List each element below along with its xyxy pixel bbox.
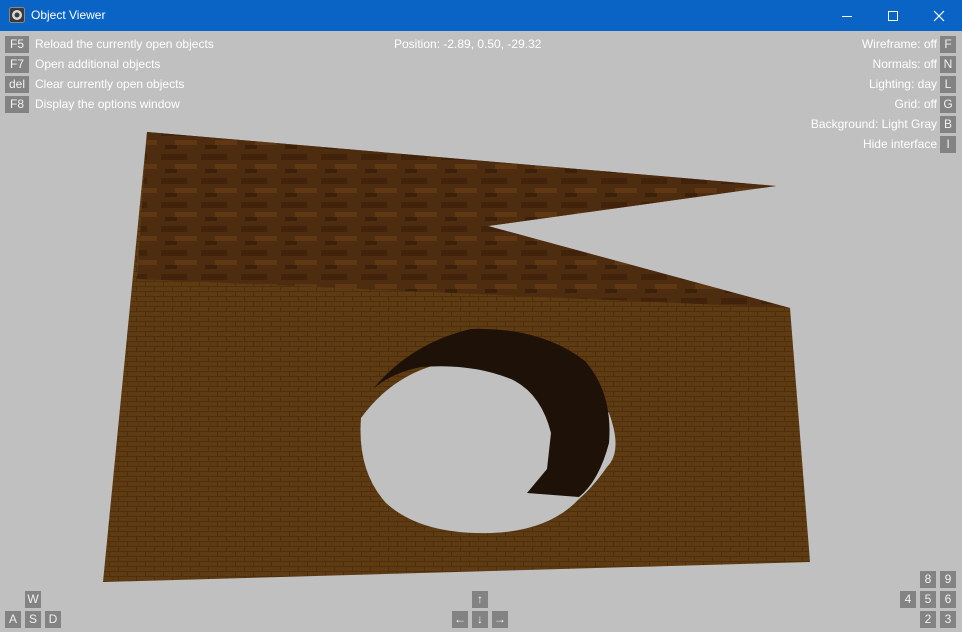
key-del[interactable]: del xyxy=(5,76,29,93)
key-num-4[interactable]: 4 xyxy=(900,591,916,608)
key-a[interactable]: A xyxy=(5,611,21,628)
setting-grid-label: Grid: off xyxy=(894,97,937,111)
minimize-button[interactable] xyxy=(824,0,870,31)
title-bar: Object Viewer xyxy=(0,0,962,31)
key-b[interactable]: B xyxy=(940,116,956,133)
key-arrow-down[interactable]: ↓ xyxy=(472,611,488,628)
setting-wireframe-label: Wireframe: off xyxy=(861,37,937,51)
command-clear-label: Clear currently open objects xyxy=(35,77,185,91)
key-num-6[interactable]: 6 xyxy=(940,591,956,608)
key-num-2[interactable]: 2 xyxy=(920,611,936,628)
setting-background-label: Background: Light Gray xyxy=(810,117,937,131)
3d-viewport[interactable]: F5 Reload the currently open objects F7 … xyxy=(1,31,961,631)
key-num-5[interactable]: 5 xyxy=(920,591,936,608)
key-f8[interactable]: F8 xyxy=(5,96,29,113)
setting-hide-interface-label: Hide interface xyxy=(862,137,937,151)
key-f7[interactable]: F7 xyxy=(5,56,29,73)
key-num-3[interactable]: 3 xyxy=(940,611,956,628)
key-i[interactable]: I xyxy=(940,136,956,153)
key-s[interactable]: S xyxy=(25,611,41,628)
key-n[interactable]: N xyxy=(940,56,956,73)
command-open-label: Open additional objects xyxy=(35,57,161,71)
command-options-label: Display the options window xyxy=(35,97,180,111)
key-f5[interactable]: F5 xyxy=(5,36,29,53)
key-l[interactable]: L xyxy=(940,76,956,93)
key-g[interactable]: G xyxy=(940,96,956,113)
minimize-icon xyxy=(842,15,852,17)
setting-lighting-label: Lighting: day xyxy=(868,77,937,91)
key-w[interactable]: W xyxy=(25,591,41,608)
setting-normals-label: Normals: off xyxy=(872,57,937,71)
maximize-button[interactable] xyxy=(870,0,916,31)
close-icon xyxy=(933,10,945,21)
key-d[interactable]: D xyxy=(45,611,61,628)
key-num-8[interactable]: 8 xyxy=(920,571,936,588)
key-arrow-left[interactable]: ← xyxy=(452,611,468,628)
position-readout: Position: -2.89, 0.50, -29.32 xyxy=(394,37,542,51)
key-num-9[interactable]: 9 xyxy=(940,571,956,588)
key-f[interactable]: F xyxy=(940,36,956,53)
key-arrow-right[interactable]: → xyxy=(492,611,508,628)
command-reload-label: Reload the currently open objects xyxy=(35,37,214,51)
window-title: Object Viewer xyxy=(31,8,106,22)
wall-top-band xyxy=(137,132,790,308)
key-arrow-up[interactable]: ↑ xyxy=(472,591,488,608)
maximize-icon xyxy=(888,10,898,21)
app-icon xyxy=(9,7,25,23)
close-button[interactable] xyxy=(916,0,962,31)
